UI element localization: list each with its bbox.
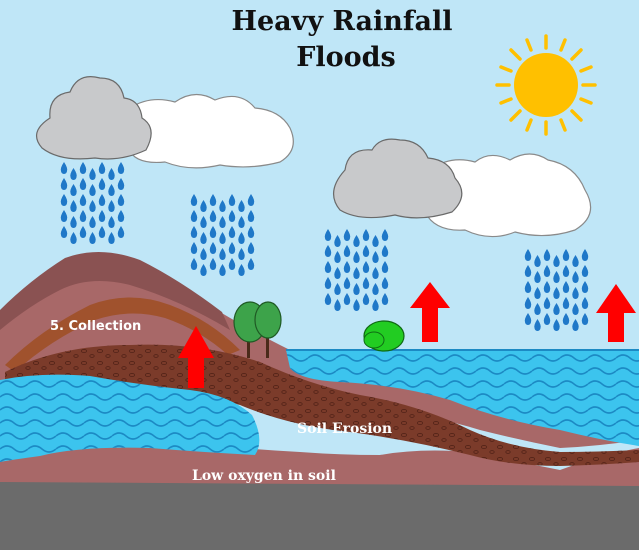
title-line-1: Heavy Rainfall <box>231 6 452 37</box>
bush-icon <box>363 320 405 352</box>
collection-label: 5. Collection <box>50 319 141 334</box>
soil-erosion-label: Soil Erosion <box>297 421 392 437</box>
flood-diagram: Heavy Rainfall Floods 5. Collection Soil… <box>0 0 639 550</box>
bedrock-layer <box>0 480 639 550</box>
diagram-canvas: Heavy Rainfall Floods 5. Collection Soil… <box>0 0 639 550</box>
low-oxygen-label: Low oxygen in soil <box>192 468 336 484</box>
title-line-2: Floods <box>296 42 396 73</box>
